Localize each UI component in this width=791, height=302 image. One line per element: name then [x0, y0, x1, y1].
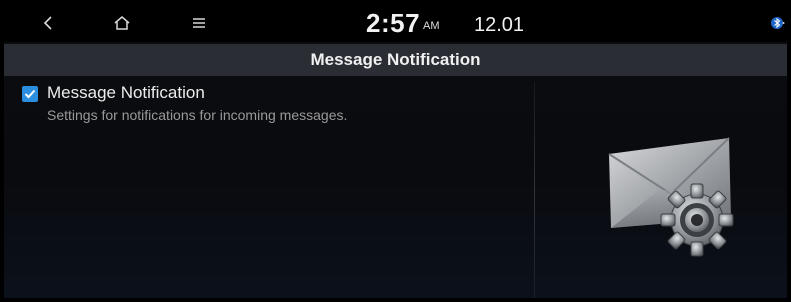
- head-unit-screen: 2:57 AM 12.01 Message Notification Messa…: [4, 4, 787, 298]
- menu-icon: [193, 18, 205, 28]
- option-description: Settings for notifications for incoming …: [47, 107, 348, 123]
- chevron-left-icon: [43, 16, 52, 30]
- envelope-gear-icon: [608, 137, 734, 257]
- clock-am-pm: AM: [423, 20, 440, 32]
- bluetooth-icon[interactable]: [771, 15, 785, 31]
- clock-time[interactable]: 2:57: [366, 8, 420, 39]
- panel-divider: [534, 82, 535, 298]
- message-notification-checkbox[interactable]: [22, 86, 38, 102]
- message-notification-option[interactable]: Message Notification Settings for notifi…: [22, 82, 522, 126]
- checkmark-icon: [24, 89, 36, 99]
- settings-list: Message Notification Settings for notifi…: [4, 76, 534, 298]
- page-title-bar: Message Notification: [4, 44, 787, 76]
- back-button[interactable]: [28, 4, 68, 42]
- home-icon: [114, 16, 130, 30]
- page-title: Message Notification: [310, 50, 481, 69]
- menu-button[interactable]: [179, 4, 219, 42]
- status-date: 12.01: [474, 14, 525, 36]
- home-button[interactable]: [102, 4, 142, 42]
- status-bar: 2:57 AM 12.01: [4, 4, 787, 42]
- option-title: Message Notification: [47, 83, 205, 102]
